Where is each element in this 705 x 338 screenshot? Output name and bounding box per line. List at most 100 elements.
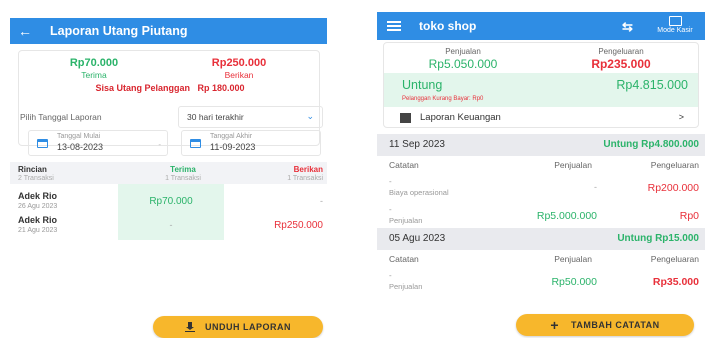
col-rincian-title: Rincian [18, 165, 47, 174]
customer-name: Adek Rio [18, 191, 58, 201]
transaction-date: 21 Agu 2023 [18, 227, 58, 234]
col-pengeluaran: Pengeluaran [650, 160, 699, 170]
sisa-utang-row: Sisa Utang Pelanggan Rp 180.000 [19, 83, 321, 93]
mode-kasir-button[interactable]: Mode Kasir [647, 16, 703, 34]
download-report-label: UNDUH LAPORAN [205, 322, 291, 332]
list-item[interactable]: - Penjualan Rp5.000.000 Rp0 [377, 202, 705, 230]
pengeluaran-value: Rp200.000 [647, 182, 699, 194]
col-catatan: Catatan [389, 160, 419, 170]
toko-shop-screen: toko shop ⇆ Mode Kasir Penjualan Rp5.050… [377, 0, 705, 338]
day-untung: Untung Rp15.000 [617, 233, 699, 244]
sisa-utang-label: Sisa Utang Pelanggan [95, 83, 190, 93]
pengeluaran-summary: Pengeluaran Rp235.000 [542, 47, 698, 71]
app-bar: ← Laporan Utang Piutang [10, 18, 327, 44]
day-header: 05 Agu 2023 Untung Rp15.000 [377, 228, 705, 250]
penjualan-label: Penjualan [445, 47, 481, 56]
untung-total: Rp4.815.000 [616, 78, 688, 92]
berikan-value: Rp250.000 [274, 220, 323, 231]
download-report-button[interactable]: UNDUH LAPORAN [153, 316, 323, 338]
list-item[interactable]: - Biaya operasional - Rp200.000 [377, 174, 705, 202]
penjualan-value: Rp50.000 [551, 276, 597, 288]
penjualan-value: Rp5.000.000 [536, 210, 597, 222]
start-date-label: Tanggal Mulai [57, 133, 101, 140]
cash-register-icon [668, 16, 682, 26]
category-name: Biaya operasional [389, 188, 449, 197]
table-row[interactable]: Adek Rio 26 Agu 2023 Rp70.000 - [10, 188, 327, 214]
chevron-down-icon: ⌄ [306, 111, 314, 121]
terima-value: Rp70.000 [149, 196, 193, 207]
date-filter-row: Pilih Tanggal Laporan 30 hari terakhir ⌄ [18, 106, 323, 128]
app-bar: toko shop ⇆ Mode Kasir [377, 12, 705, 40]
pengeluaran-value: Rp35.000 [652, 276, 699, 288]
untung-band: Untung Rp4.815.000 Pelanggan Kurang Baya… [384, 73, 698, 107]
terima-value: - [169, 220, 173, 230]
category-name: Penjualan [389, 216, 423, 225]
penjualan-total: Rp5.050.000 [428, 57, 498, 71]
pengeluaran-value: Rp0 [679, 210, 699, 222]
note-text: - [389, 271, 392, 280]
column-headers: Catatan Penjualan Pengeluaran [377, 250, 705, 268]
shop-title: toko shop [419, 19, 477, 33]
sync-icon[interactable]: ⇆ [622, 19, 633, 35]
page-title: Laporan Utang Piutang [50, 24, 188, 38]
berikan-label: Berikan [224, 70, 254, 80]
list-item[interactable]: - Penjualan Rp50.000 Rp35.000 [377, 268, 705, 296]
transaction-date: 26 Agu 2023 [18, 203, 58, 210]
start-date-field[interactable]: Tanggal Mulai 13-08-2023 - [28, 130, 168, 156]
berikan-summary: Rp250.000 Berikan [169, 57, 309, 80]
arrow-left-icon[interactable]: ← [10, 23, 40, 39]
category-name: Penjualan [389, 282, 423, 291]
plus-icon: + [550, 317, 560, 333]
finance-summary-card: Penjualan Rp5.050.000 Pengeluaran Rp235.… [383, 42, 699, 128]
col-terima-title: Terima [170, 165, 196, 174]
mode-kasir-label: Mode Kasir [657, 27, 693, 34]
calendar-icon [190, 139, 201, 148]
untung-label: Untung [402, 78, 443, 92]
underpaid-warning: Pelanggan Kurang Bayar: Rp0 [402, 96, 484, 102]
col-berikan: Berikan 1 Transaksi [228, 165, 323, 182]
col-rincian-count: 2 Transaksi [18, 175, 54, 182]
col-terima-count: 1 Transaksi [165, 175, 201, 182]
date-separator: - [158, 140, 161, 149]
end-date-label: Tanggal Akhir [210, 133, 253, 140]
pengeluaran-total: Rp235.000 [591, 57, 651, 71]
terima-summary: Rp70.000 Terima [24, 57, 164, 80]
calendar-icon [37, 139, 48, 148]
add-note-label: TAMBAH CATATAN [571, 320, 660, 330]
col-rincian: Rincian 2 Transaksi [18, 165, 54, 182]
col-pengeluaran: Pengeluaran [650, 254, 699, 264]
laporan-keuangan-label: Laporan Keuangan [420, 112, 501, 123]
penjualan-value: - [594, 182, 597, 192]
utang-piutang-screen: ← Laporan Utang Piutang Rp70.000 Terima … [10, 0, 327, 338]
chevron-right-icon: > [678, 112, 684, 122]
day-date: 11 Sep 2023 [389, 139, 445, 150]
note-text: - [389, 205, 392, 214]
table-header: Rincian 2 Transaksi Terima 1 Transaksi B… [10, 162, 327, 184]
download-icon [185, 322, 195, 332]
sisa-utang-value: Rp 180.000 [197, 83, 245, 93]
col-penjualan: Penjualan [554, 254, 592, 264]
berikan-value: - [320, 196, 323, 206]
penjualan-summary: Penjualan Rp5.050.000 [384, 47, 542, 71]
table-row[interactable]: Adek Rio 21 Agu 2023 - Rp250.000 [10, 212, 327, 238]
date-filter-label: Pilih Tanggal Laporan [20, 112, 102, 122]
add-note-button[interactable]: + TAMBAH CATATAN [516, 314, 694, 336]
col-catatan: Catatan [389, 254, 419, 264]
col-penjualan: Penjualan [554, 160, 592, 170]
terima-label: Terima [81, 70, 107, 80]
col-berikan-title: Berikan [293, 165, 323, 174]
date-range-value: 30 hari terakhir [187, 112, 244, 122]
col-terima: Terima 1 Transaksi [138, 165, 228, 182]
bar-chart-icon [400, 113, 411, 123]
end-date-value: 11-09-2023 [210, 142, 256, 152]
date-range-select[interactable]: 30 hari terakhir ⌄ [178, 106, 323, 128]
end-date-field[interactable]: Tanggal Akhir 11-09-2023 [181, 130, 321, 156]
start-date-value: 13-08-2023 [57, 142, 104, 152]
laporan-keuangan-link[interactable]: Laporan Keuangan > [384, 107, 698, 127]
customer-name: Adek Rio [18, 215, 58, 225]
day-date: 05 Agu 2023 [389, 233, 446, 244]
day-untung: Untung Rp4.800.000 [603, 139, 699, 150]
hamburger-menu-icon[interactable] [387, 21, 401, 31]
date-pickers: Tanggal Mulai 13-08-2023 - Tanggal Akhir… [18, 130, 321, 156]
column-headers: Catatan Penjualan Pengeluaran [377, 156, 705, 174]
